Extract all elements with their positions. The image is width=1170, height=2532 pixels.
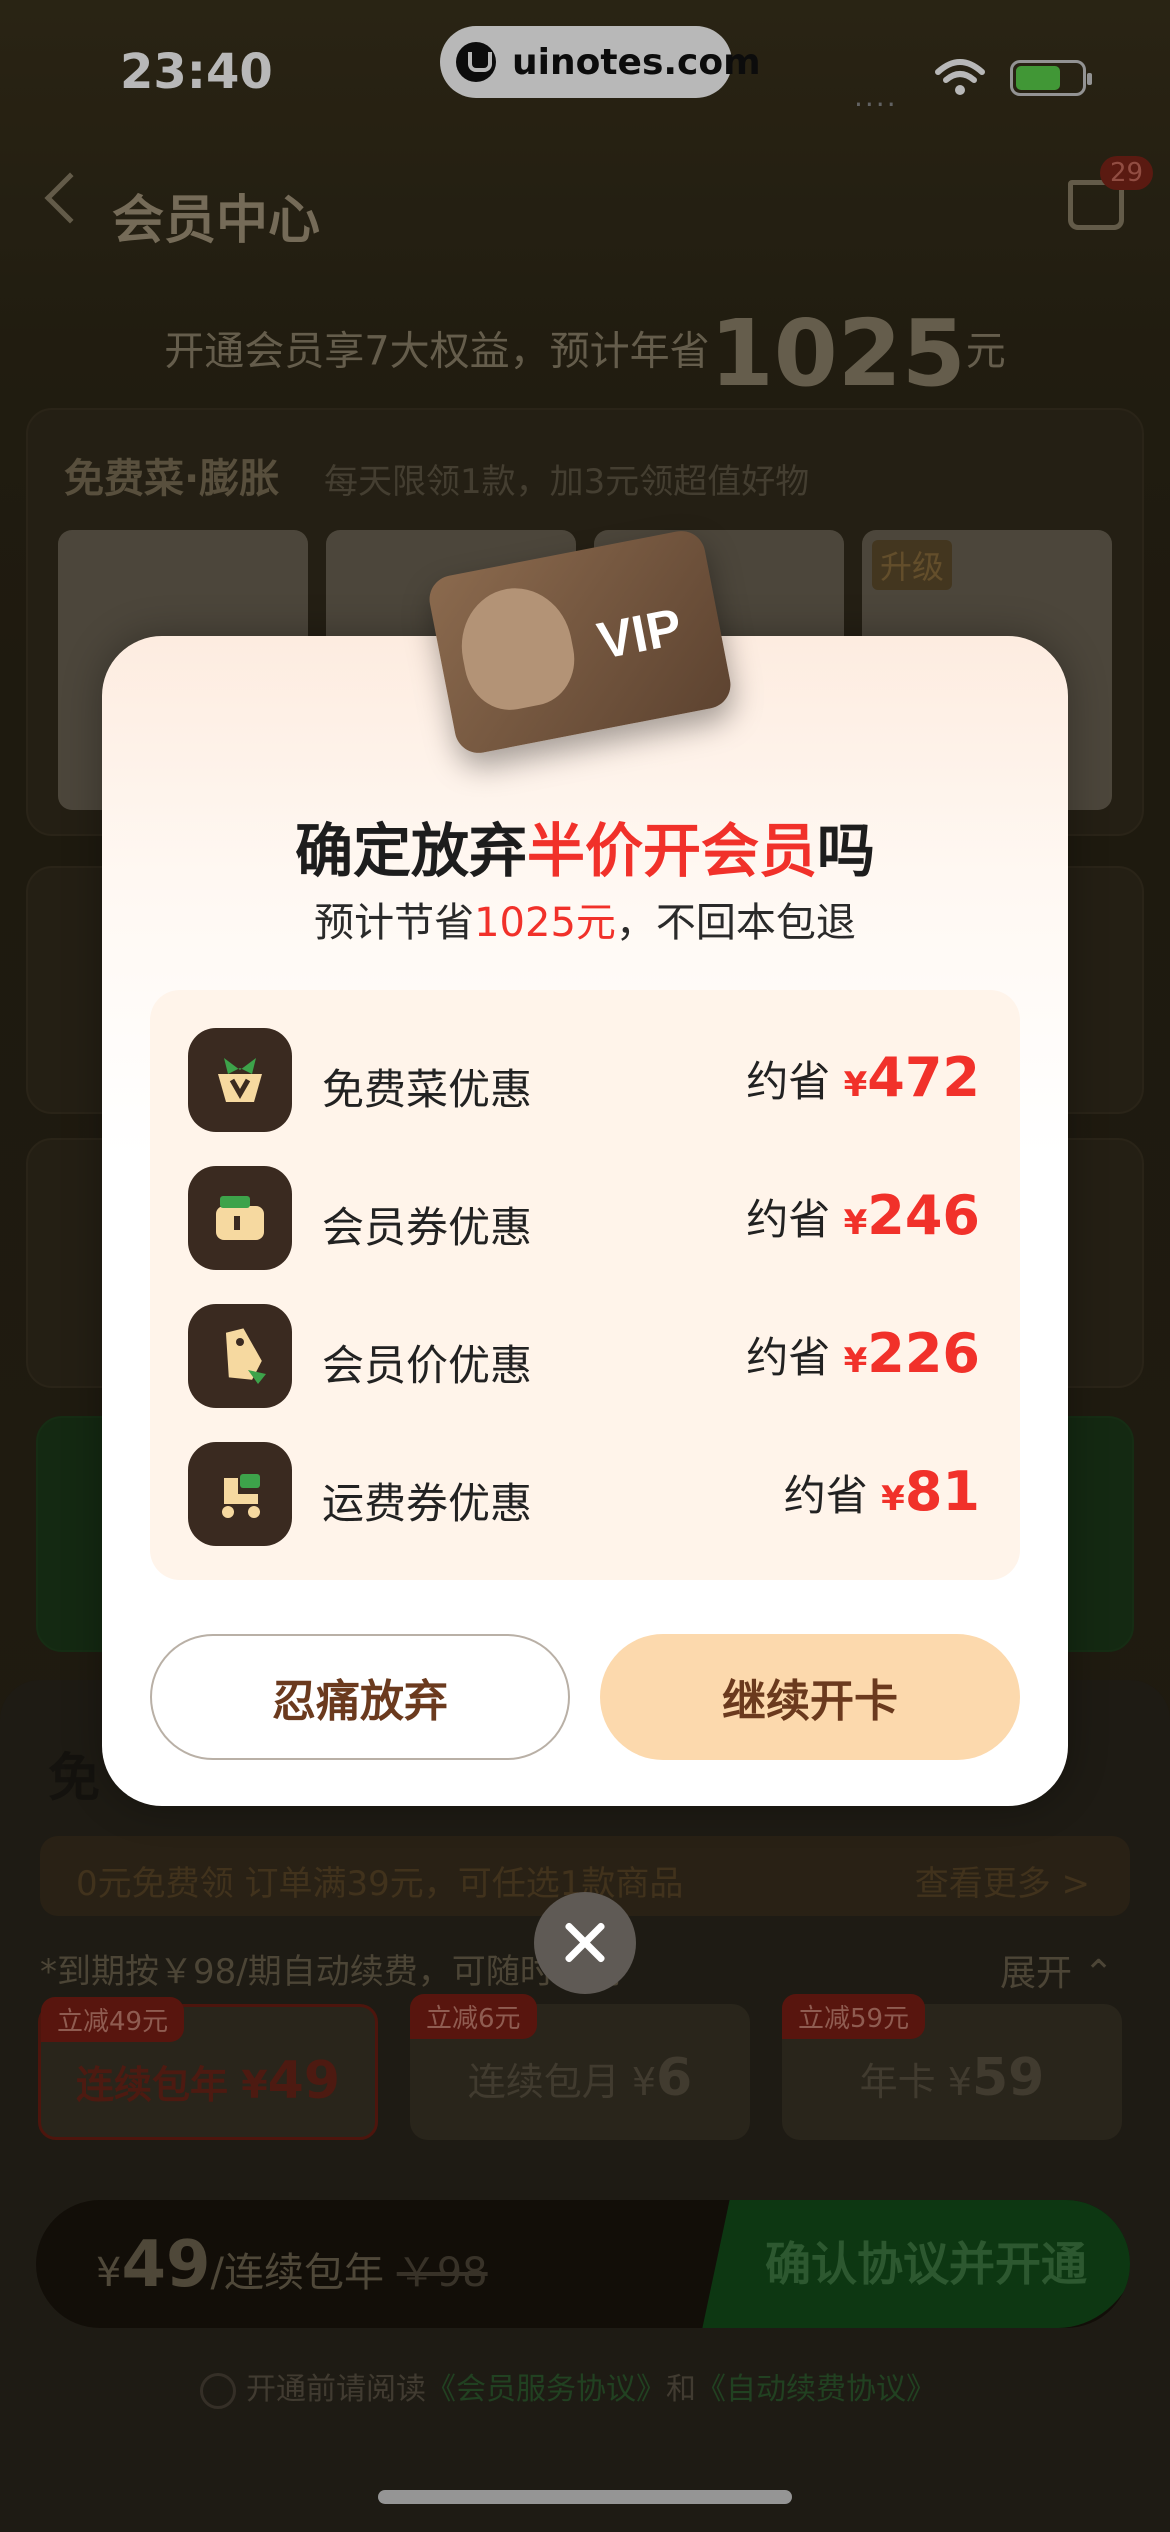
benefits-list: 免费菜优惠 约省 ¥472 会员券优惠 约省 ¥246 会员价优惠 约省 ¥22… — [150, 990, 1020, 1580]
dialog-title: 确定放弃半价开会员吗 — [294, 817, 876, 885]
delivery-icon — [188, 1442, 292, 1546]
vegetable-icon — [188, 1028, 292, 1132]
retention-dialog: 确定放弃半价开会员吗 预计节省1025元，不回本包退 免费菜优惠 约省 ¥472… — [102, 636, 1068, 1806]
benefit-saving: 约省 ¥246 — [746, 1184, 980, 1247]
benefit-saving: 约省 ¥472 — [746, 1046, 980, 1109]
price-tag-icon — [188, 1304, 292, 1408]
benefit-label: 免费菜优惠 — [322, 1065, 533, 1114]
benefit-row: 会员价优惠 约省 ¥226 — [150, 1304, 1020, 1408]
benefit-saving: 约省 ¥226 — [746, 1322, 980, 1385]
benefit-label: 会员价优惠 — [322, 1341, 533, 1390]
benefit-row: 免费菜优惠 约省 ¥472 — [150, 1028, 1020, 1132]
coupon-icon — [188, 1166, 292, 1270]
benefit-saving: 约省 ¥81 — [783, 1460, 980, 1523]
dialog-subtitle: 预计节省1025元，不回本包退 — [314, 900, 856, 946]
benefit-row: 运费券优惠 约省 ¥81 — [150, 1442, 1020, 1546]
close-icon[interactable] — [534, 1892, 636, 1994]
page-background: 23:40 uinotes.com .... 会员中心 29 开通会员享7大权益… — [0, 0, 1170, 2532]
elephant-logo-icon — [451, 578, 583, 718]
give-up-button[interactable]: 忍痛放弃 — [150, 1634, 570, 1760]
benefit-label: 运费券优惠 — [322, 1479, 533, 1528]
benefit-label: 会员券优惠 — [322, 1203, 533, 1252]
continue-open-button[interactable]: 继续开卡 — [600, 1634, 1020, 1760]
benefit-row: 会员券优惠 约省 ¥246 — [150, 1166, 1020, 1270]
